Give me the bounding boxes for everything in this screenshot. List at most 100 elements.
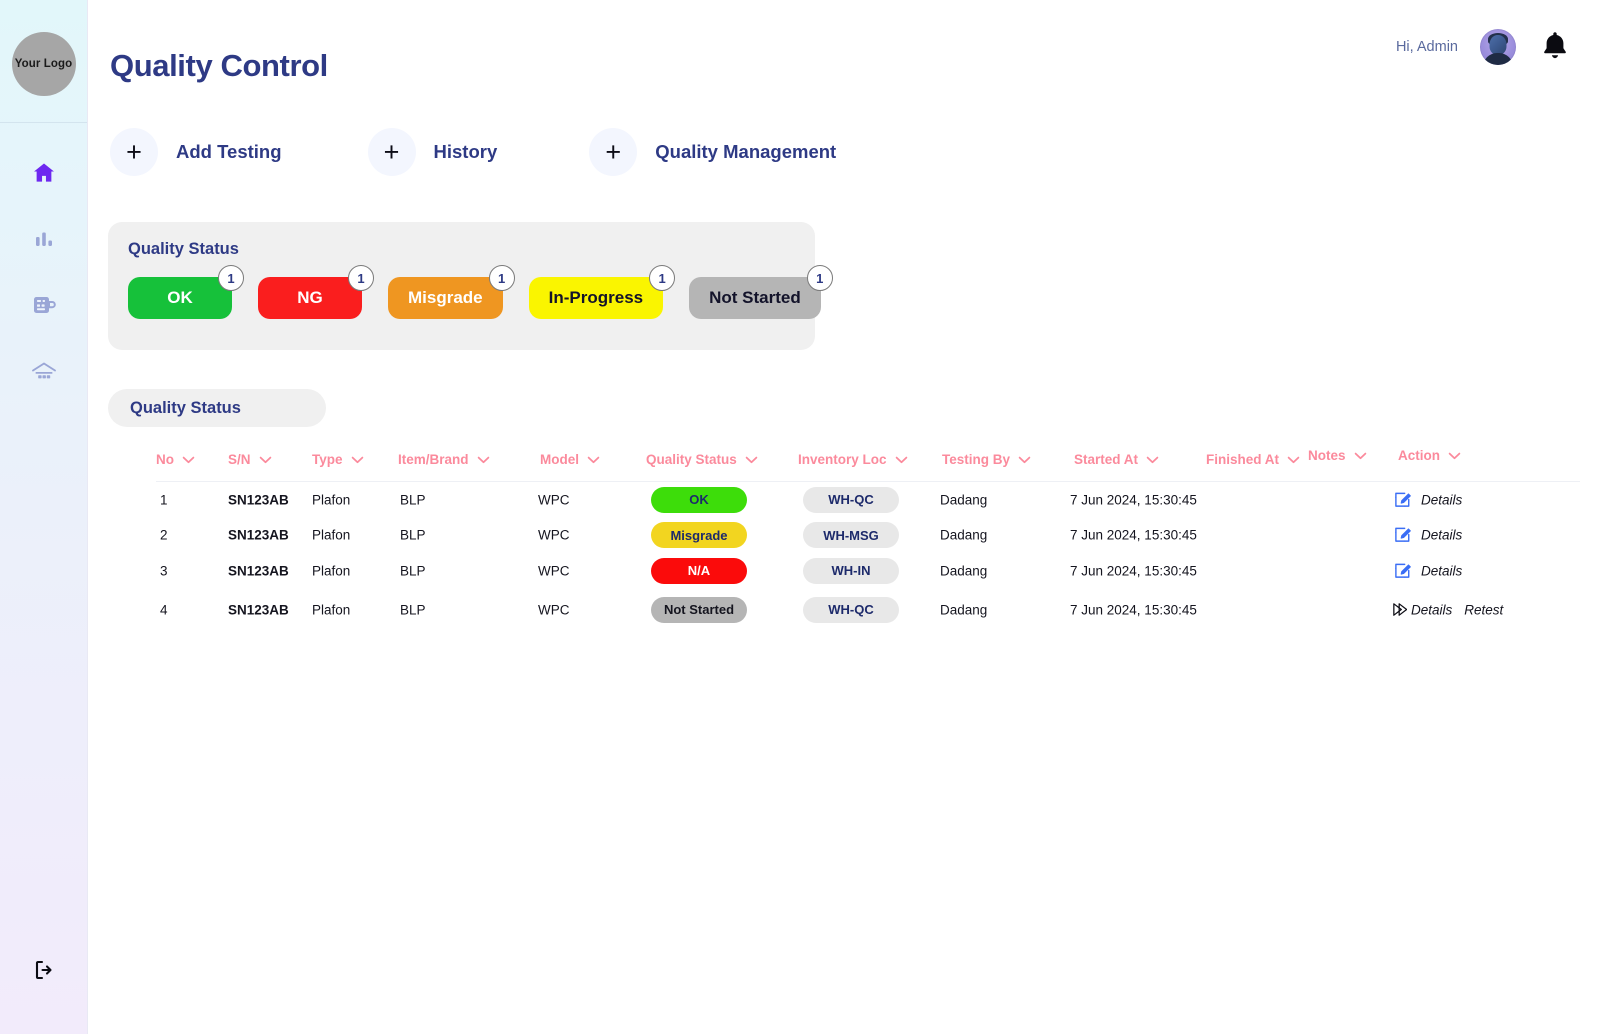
column-header-quality-status[interactable]: Quality Status (646, 452, 758, 467)
chevron-down-icon (1354, 448, 1367, 463)
column-header-action[interactable]: Action (1398, 448, 1461, 463)
retest-link[interactable]: Retest (1464, 602, 1503, 617)
cell-model: WPC (538, 563, 570, 579)
column-header-type[interactable]: Type (312, 452, 364, 467)
cell-testing-by: Dadang (940, 492, 988, 508)
column-header-testing-by[interactable]: Testing By (942, 452, 1031, 467)
logo-container: Your Logo (0, 0, 87, 96)
column-header-finished-at[interactable]: Finished At (1206, 452, 1300, 467)
status-pill-misgrade[interactable]: Misgrade (388, 277, 503, 319)
cell-quality-status-badge[interactable]: Misgrade (651, 522, 747, 549)
status-pill-ng[interactable]: NG (258, 277, 362, 319)
status-pill-misgrade-label: Misgrade (408, 288, 483, 307)
quality-status-summary-card: Quality Status OK 1 NG 1 Misgrade 1 In-P… (108, 222, 833, 350)
column-header-no[interactable]: No (156, 452, 195, 467)
sidebar-item-machine[interactable] (22, 283, 66, 327)
cell-quality-status-badge[interactable]: Not Started (651, 596, 747, 623)
status-pill-ok-count: 1 (218, 265, 244, 291)
table-row[interactable]: 2 SN123AB Plafon BLP WPC Misgrade WH-MSG… (88, 518, 1600, 554)
avatar[interactable] (1480, 29, 1516, 65)
app-logo[interactable]: Your Logo (11, 32, 76, 96)
cell-no: 1 (160, 492, 168, 508)
quality-management-button[interactable]: + Quality Management (589, 128, 836, 176)
cell-type: Plafon (312, 602, 351, 617)
chevron-down-icon (1146, 452, 1159, 467)
chevron-down-icon (1448, 448, 1461, 463)
column-header-notes[interactable]: Notes (1308, 448, 1367, 463)
details-link[interactable]: Details (1421, 492, 1462, 507)
chevron-down-icon (477, 452, 490, 467)
home-icon (31, 160, 57, 186)
edit-icon[interactable] (1394, 491, 1411, 508)
column-header-model[interactable]: Model (540, 452, 600, 467)
chevron-down-icon (587, 452, 600, 467)
status-pill-not-started[interactable]: Not Started (689, 277, 821, 319)
chevron-down-icon (1018, 452, 1031, 467)
tab-quality-status[interactable]: Quality Status (108, 389, 326, 427)
bell-icon (1540, 29, 1570, 66)
quality-status-card-title: Quality Status (128, 240, 239, 258)
cell-action: Details (1394, 562, 1462, 579)
sidebar-item-home[interactable] (22, 151, 66, 195)
chevron-down-icon (745, 452, 758, 467)
edit-icon[interactable] (1394, 527, 1411, 544)
greeting-label: Hi, Admin (1395, 39, 1458, 55)
table-header-row: No S/N Type Item/Brand Model Quality Sta… (88, 440, 1600, 482)
column-header-sn[interactable]: S/N (228, 452, 272, 467)
logout-button[interactable] (24, 952, 64, 992)
table-row[interactable]: 3 SN123AB Plafon BLP WPC N/A WH-IN Dadan… (88, 553, 1600, 589)
cell-model: WPC (538, 602, 570, 617)
cell-started-at: 7 Jun 2024, 15:30:45 (1070, 527, 1197, 543)
status-pill-not-started-label: Not Started (709, 288, 801, 307)
sidebar-item-warehouse[interactable] (22, 349, 66, 393)
cell-quality-status-badge[interactable]: N/A (651, 557, 747, 584)
edit-icon[interactable] (1394, 562, 1411, 579)
cell-sn: SN123AB (228, 563, 289, 579)
topbar-right: Hi, Admin (1396, 28, 1572, 66)
cell-started-at: 7 Jun 2024, 15:30:45 (1070, 492, 1197, 508)
status-pill-ok[interactable]: OK (128, 277, 232, 319)
app-root: Your Logo Quality Control Hi, Admin + Ad… (0, 0, 1600, 1034)
notifications-button[interactable] (1538, 28, 1572, 66)
cell-model: WPC (538, 527, 570, 543)
history-button[interactable]: + History (367, 128, 497, 176)
play-icon[interactable] (1390, 601, 1407, 618)
cell-quality-status-badge[interactable]: OK (651, 486, 747, 513)
status-pill-not-started-count: 1 (806, 265, 833, 291)
status-pill-in-progress[interactable]: In-Progress (528, 277, 664, 319)
cell-testing-by: Dadang (940, 527, 988, 543)
status-pill-group: OK 1 NG 1 Misgrade 1 In-Progress 1 Not S… (128, 265, 833, 319)
cell-no: 3 (160, 563, 168, 579)
cell-testing-by: Dadang (940, 563, 988, 579)
cell-inventory-loc[interactable]: WH-QC (803, 596, 899, 623)
quality-control-table: No S/N Type Item/Brand Model Quality Sta… (88, 440, 1600, 631)
sidebar-item-analytics[interactable] (22, 217, 66, 261)
status-pill-not-started-wrap: Not Started 1 (689, 265, 833, 319)
details-link[interactable]: Details (1421, 563, 1462, 578)
table-row[interactable]: 4 SN123AB Plafon BLP WPC Not Started WH-… (88, 589, 1600, 631)
plus-icon: + (367, 128, 416, 176)
status-pill-ok-label: OK (167, 288, 193, 307)
cell-inventory-loc[interactable]: WH-MSG (803, 522, 899, 549)
topbar: Quality Control Hi, Admin (88, 0, 1600, 110)
cell-inventory-loc[interactable]: WH-QC (803, 486, 899, 513)
column-header-started-at[interactable]: Started At (1074, 452, 1159, 467)
table-body: 1 SN123AB Plafon BLP WPC OK WH-QC Dadang… (88, 482, 1600, 631)
status-pill-ok-wrap: OK 1 (128, 265, 244, 319)
column-header-item-brand[interactable]: Item/Brand (398, 452, 490, 467)
cell-item-brand: BLP (400, 527, 426, 543)
main-content: Quality Control Hi, Admin + Add Testing … (88, 0, 1600, 1034)
cell-type: Plafon (312, 492, 351, 508)
cell-inventory-loc[interactable]: WH-IN (803, 557, 899, 584)
cell-no: 2 (160, 527, 168, 543)
add-testing-button[interactable]: + Add Testing (110, 128, 282, 176)
details-link[interactable]: Details (1421, 528, 1462, 543)
status-pill-in-progress-count: 1 (649, 265, 676, 291)
details-link[interactable]: Details (1411, 602, 1452, 617)
cell-type: Plafon (312, 563, 351, 579)
cell-sn: SN123AB (228, 492, 289, 508)
column-header-inventory-loc[interactable]: Inventory Loc (798, 452, 908, 467)
table-row[interactable]: 1 SN123AB Plafon BLP WPC OK WH-QC Dadang… (88, 482, 1600, 518)
cell-item-brand: BLP (400, 492, 426, 508)
quality-management-label: Quality Management (655, 141, 837, 162)
